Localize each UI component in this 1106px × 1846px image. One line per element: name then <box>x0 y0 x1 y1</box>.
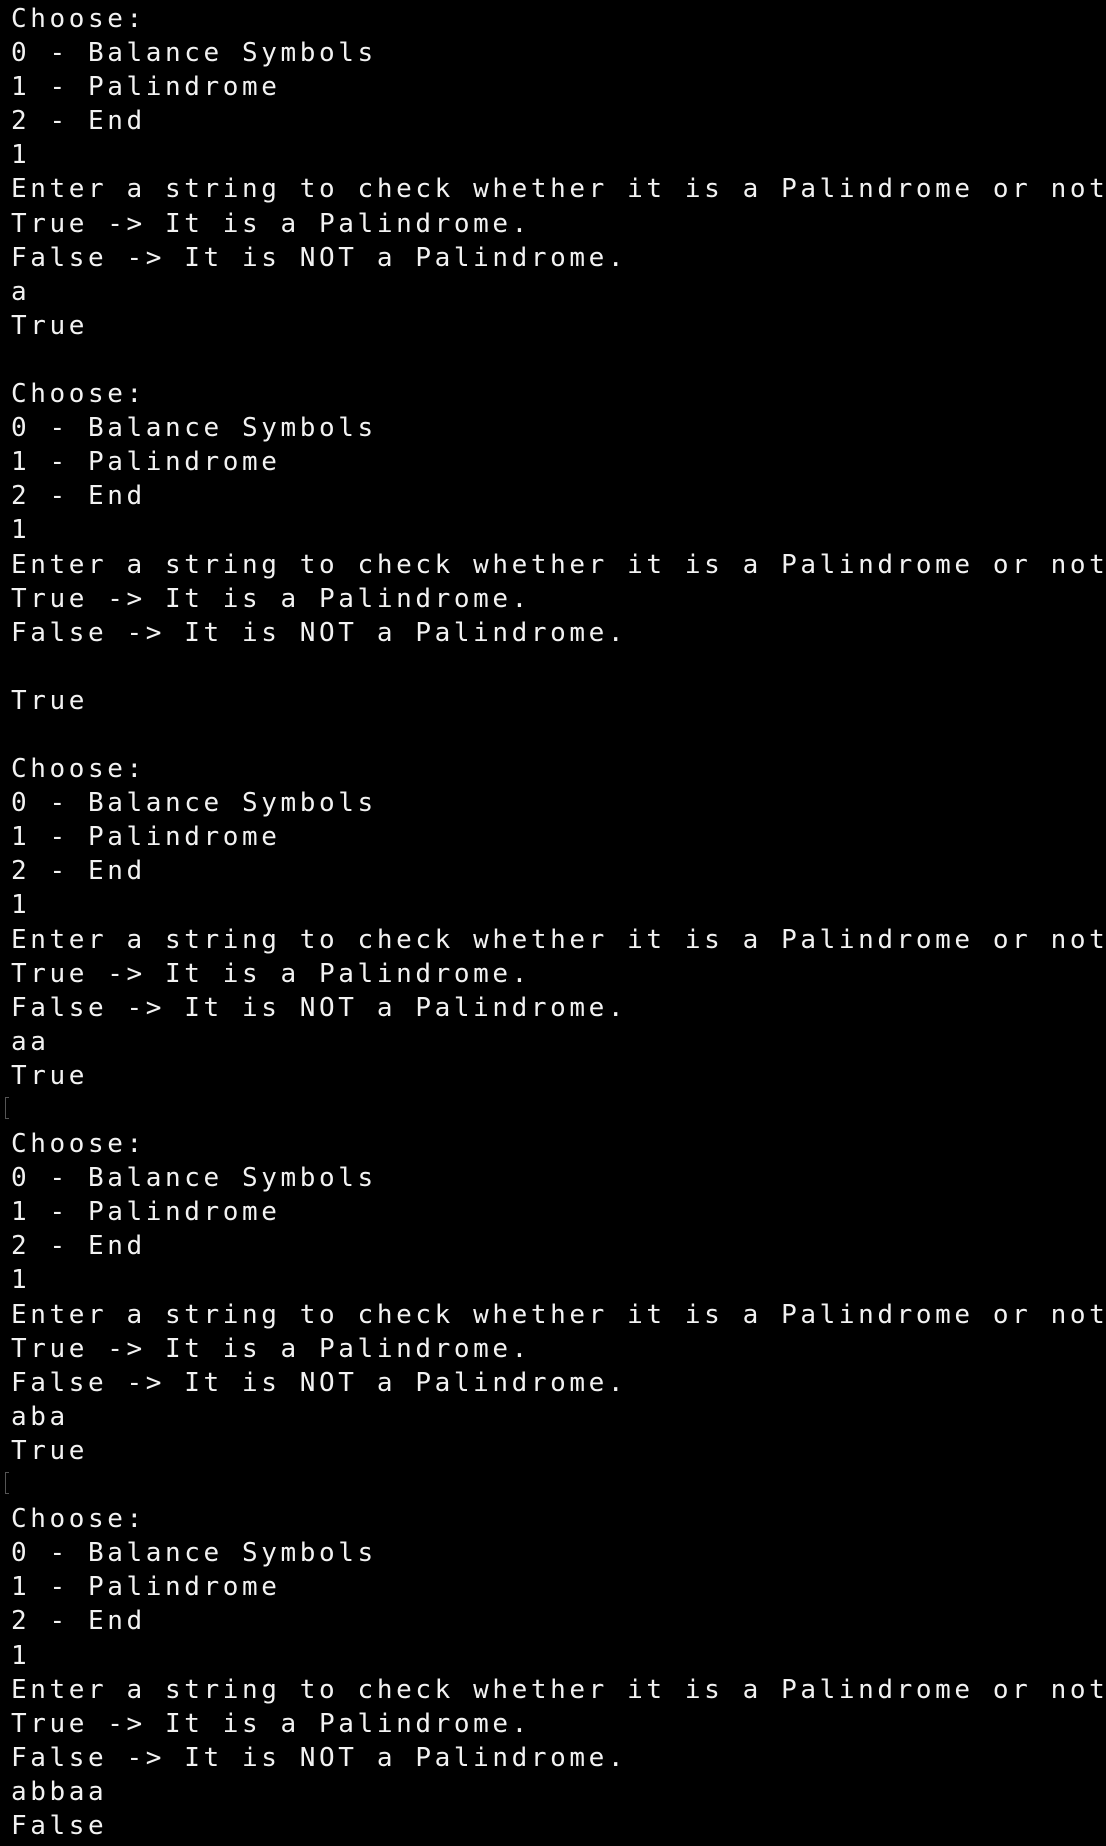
terminal-line: Enter a string to check whether it is a … <box>11 174 1106 205</box>
terminal-line: True -> It is a Palindrome. <box>11 958 531 989</box>
terminal-line: False -> It is NOT a Palindrome. <box>11 242 628 273</box>
terminal-line: True -> It is a Palindrome. <box>11 1333 531 1364</box>
terminal-line: False -> It is NOT a Palindrome. <box>11 617 628 648</box>
terminal-output[interactable]: Choose: 0 - Balance Symbols 1 - Palindrome… <box>0 0 1106 1846</box>
terminal-line <box>5 1093 1106 1127</box>
terminal-line: 1 <box>11 890 31 921</box>
terminal-line: aba <box>11 1401 69 1432</box>
terminal-line: 1 <box>11 140 31 171</box>
terminal-line: 2 - End <box>11 1606 146 1637</box>
terminal-line: Enter a string to check whether it is a … <box>11 1299 1106 1330</box>
terminal-line: False -> It is NOT a Palindrome. <box>11 1742 628 1773</box>
terminal-line: 1 <box>11 1640 31 1671</box>
terminal-line: True -> It is a Palindrome. <box>11 208 531 239</box>
terminal-line: 1 - Palindrome <box>11 1197 281 1228</box>
terminal-line: aa <box>11 1026 50 1057</box>
terminal-line: 0 - Balance Symbols <box>11 38 377 69</box>
terminal-line: Choose: <box>11 4 146 34</box>
terminal-line: 2 - End <box>11 1231 146 1262</box>
terminal-line: False <box>11 1810 108 1841</box>
terminal-line: Choose: <box>11 1129 146 1160</box>
terminal-line: True -> It is a Palindrome. <box>11 583 531 614</box>
terminal-line: True -> It is a Palindrome. <box>11 1708 531 1739</box>
terminal-line: 0 - Balance Symbols <box>11 413 377 444</box>
terminal-line: 1 - Palindrome <box>11 1572 281 1603</box>
terminal-line: abbaa <box>11 1776 108 1807</box>
terminal-line: Choose: <box>11 754 146 785</box>
terminal-line <box>5 1468 1106 1502</box>
terminal-line: Enter a string to check whether it is a … <box>11 1674 1106 1705</box>
terminal-line: True <box>11 1060 89 1091</box>
terminal-line: Choose: <box>11 379 146 410</box>
terminal-line: 2 - End <box>11 856 146 887</box>
selection-marker-icon <box>5 1097 9 1119</box>
terminal-line: 1 - Palindrome <box>11 72 281 103</box>
terminal-line: Choose: <box>11 1504 146 1535</box>
terminal-line: 1 - Palindrome <box>11 822 281 853</box>
terminal-line: 2 - End <box>11 481 146 512</box>
terminal-line: False -> It is NOT a Palindrome. <box>11 1367 628 1398</box>
terminal-line: 0 - Balance Symbols <box>11 788 377 819</box>
terminal-line: Enter a string to check whether it is a … <box>11 549 1106 580</box>
terminal-line: False -> It is NOT a Palindrome. <box>11 992 628 1023</box>
terminal-line: True <box>11 685 89 716</box>
terminal-line: 1 <box>11 515 31 546</box>
terminal-line: 0 - Balance Symbols <box>11 1163 377 1194</box>
terminal-line: 1 <box>11 1265 31 1296</box>
terminal-line: True <box>11 1435 89 1466</box>
selection-marker-icon <box>5 1472 9 1495</box>
terminal-line: True <box>11 310 89 341</box>
terminal-line: 2 - End <box>11 106 146 137</box>
terminal-line: a <box>11 276 31 307</box>
terminal-line: 0 - Balance Symbols <box>11 1538 377 1569</box>
terminal-line: Enter a string to check whether it is a … <box>11 924 1106 955</box>
terminal-line: 1 - Palindrome <box>11 447 281 478</box>
